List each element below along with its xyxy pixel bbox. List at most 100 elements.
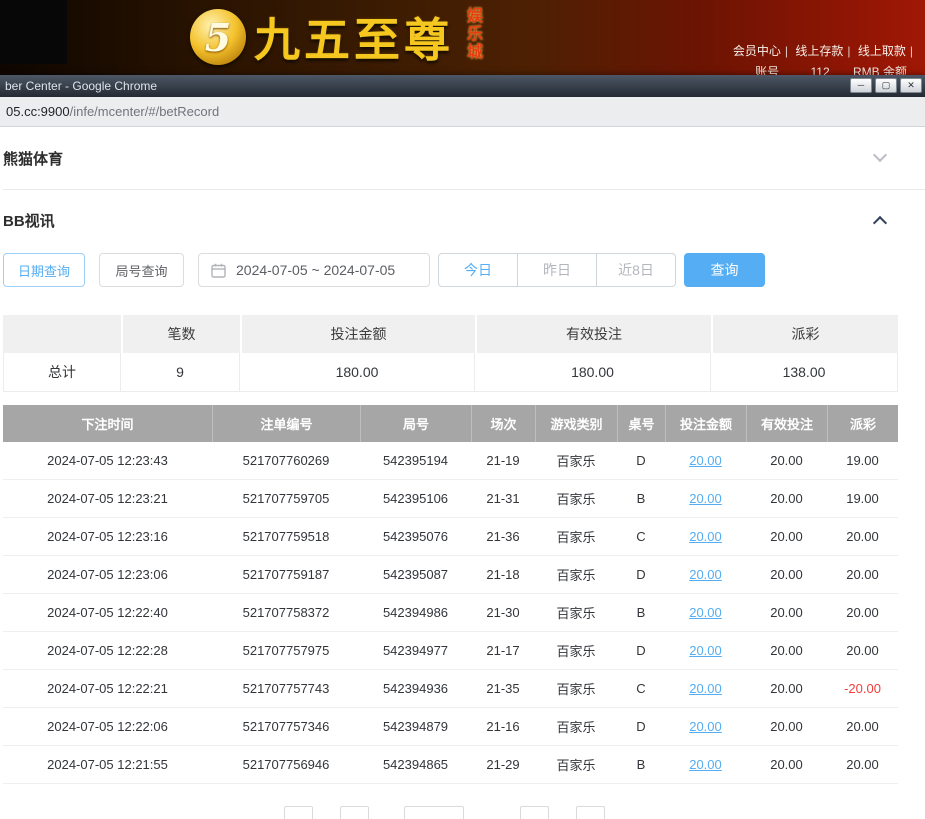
chevron-up-icon[interactable]: [873, 216, 887, 230]
quick-date-group: 今日 昨日 近8日: [438, 253, 676, 287]
section-title: 熊猫体育: [3, 148, 63, 169]
summary-header-payout: 派彩: [711, 315, 898, 353]
url-path: /infe/mcenter/#/betRecord: [70, 104, 220, 119]
bet-amount-link[interactable]: 20.00: [665, 708, 746, 745]
table-cell: 542394977: [360, 632, 471, 669]
table-cell: 521707756946: [212, 746, 360, 783]
section-panda-sports[interactable]: 熊猫体育: [3, 127, 925, 190]
table-cell: 21-29: [471, 746, 535, 783]
browser-titlebar[interactable]: ber Center - Google Chrome ─ ▢ ✕: [0, 75, 925, 97]
table-cell: 19.00: [827, 442, 898, 479]
table-cell: 2024-07-05 12:23:06: [3, 556, 212, 593]
page-content: 熊猫体育 BB视讯 日期查询 局号查询 2024-07-05 ~ 2024-07…: [0, 127, 925, 819]
date-range-value: 2024-07-05 ~ 2024-07-05: [236, 262, 395, 278]
table-cell: 521707759187: [212, 556, 360, 593]
last8days-button[interactable]: 近8日: [597, 253, 676, 287]
table-cell: 521707758372: [212, 594, 360, 631]
nav-online-withdraw[interactable]: 线上取款: [858, 44, 906, 58]
table-cell: 20.00: [827, 518, 898, 555]
table-row: 2024-07-05 12:22:40521707758372542394986…: [3, 594, 898, 632]
bet-amount-link[interactable]: 20.00: [665, 480, 746, 517]
table-row: 2024-07-05 12:22:21521707757743542394936…: [3, 670, 898, 708]
table-row: 2024-07-05 12:22:06521707757346542394879…: [3, 708, 898, 746]
table-cell: 百家乐: [535, 556, 617, 593]
table-cell: 21-31: [471, 480, 535, 517]
table-cell: 百家乐: [535, 442, 617, 479]
table-cell: C: [617, 670, 665, 707]
table-cell: 百家乐: [535, 594, 617, 631]
table-cell: B: [617, 594, 665, 631]
maximize-button[interactable]: ▢: [875, 78, 897, 93]
nav-separator: |: [910, 44, 913, 58]
table-cell: 21-30: [471, 594, 535, 631]
table-cell: C: [617, 518, 665, 555]
nav-member-center[interactable]: 会员中心: [733, 44, 781, 58]
section-title: BB视讯: [3, 210, 55, 231]
bet-table-body: 2024-07-05 12:23:43521707760269542395194…: [3, 442, 898, 784]
table-cell: B: [617, 480, 665, 517]
site-logo: 5 九五至尊 娱乐城: [190, 4, 484, 70]
summary-total-row: 总计 9 180.00 180.00 138.00: [3, 353, 898, 392]
round-query-button[interactable]: 局号查询: [99, 253, 184, 287]
column-header: 投注金额: [665, 405, 746, 442]
url-host: 05.cc:9900: [6, 104, 70, 119]
pagination-item[interactable]: [340, 806, 369, 819]
summary-total-count: 9: [121, 353, 240, 392]
date-query-button[interactable]: 日期查询: [3, 253, 85, 287]
table-cell: 20.00: [827, 632, 898, 669]
table-cell: 2024-07-05 12:23:43: [3, 442, 212, 479]
today-button[interactable]: 今日: [438, 253, 518, 287]
table-row: 2024-07-05 12:23:16521707759518542395076…: [3, 518, 898, 556]
pagination-page-size[interactable]: [404, 806, 464, 819]
table-cell: 20.00: [746, 594, 827, 631]
table-cell: 521707757743: [212, 670, 360, 707]
bet-amount-link[interactable]: 20.00: [665, 670, 746, 707]
pagination-item[interactable]: [284, 806, 313, 819]
search-button[interactable]: 查询: [684, 253, 765, 287]
minimize-button[interactable]: ─: [850, 78, 872, 93]
table-cell: B: [617, 746, 665, 783]
bet-amount-link[interactable]: 20.00: [665, 518, 746, 555]
bet-amount-link[interactable]: 20.00: [665, 746, 746, 783]
table-cell: 百家乐: [535, 518, 617, 555]
table-cell: 21-16: [471, 708, 535, 745]
table-cell: 542394936: [360, 670, 471, 707]
browser-window: ber Center - Google Chrome ─ ▢ ✕ 05.cc:9…: [0, 75, 925, 819]
table-cell: 21-36: [471, 518, 535, 555]
pagination-item[interactable]: [520, 806, 549, 819]
pagination-item[interactable]: [576, 806, 605, 819]
table-cell: 521707759518: [212, 518, 360, 555]
summary-header-count: 笔数: [121, 315, 240, 353]
bet-amount-link[interactable]: 20.00: [665, 594, 746, 631]
bet-amount-link[interactable]: 20.00: [665, 442, 746, 479]
table-cell: 542395076: [360, 518, 471, 555]
table-row: 2024-07-05 12:21:55521707756946542394865…: [3, 746, 898, 784]
table-cell: 20.00: [827, 594, 898, 631]
table-cell: 20.00: [746, 708, 827, 745]
logo-number: 5: [205, 15, 231, 60]
section-bb-video[interactable]: BB视讯: [3, 190, 925, 250]
chevron-down-icon[interactable]: [873, 148, 887, 162]
table-cell: 百家乐: [535, 480, 617, 517]
logo-coin-icon: 5: [190, 9, 246, 65]
table-cell: 20.00: [827, 556, 898, 593]
date-range-picker[interactable]: 2024-07-05 ~ 2024-07-05: [198, 253, 430, 287]
table-row: 2024-07-05 12:23:21521707759705542395106…: [3, 480, 898, 518]
table-cell: 2024-07-05 12:22:40: [3, 594, 212, 631]
column-header: 注单编号: [212, 405, 360, 442]
table-row: 2024-07-05 12:22:28521707757975542394977…: [3, 632, 898, 670]
bet-record-table: 下注时间注单编号局号场次游戏类别桌号投注金额有效投注派彩 2024-07-05 …: [3, 405, 898, 784]
column-header: 派彩: [827, 405, 898, 442]
yesterday-button[interactable]: 昨日: [518, 253, 597, 287]
close-button[interactable]: ✕: [900, 78, 922, 93]
table-cell: 百家乐: [535, 708, 617, 745]
bet-amount-link[interactable]: 20.00: [665, 632, 746, 669]
bet-amount-link[interactable]: 20.00: [665, 556, 746, 593]
browser-urlbar[interactable]: 05.cc:9900/infe/mcenter/#/betRecord: [0, 97, 925, 127]
column-header: 局号: [360, 405, 471, 442]
table-cell: 百家乐: [535, 632, 617, 669]
table-cell: 2024-07-05 12:23:16: [3, 518, 212, 555]
filter-toolbar: 日期查询 局号查询 2024-07-05 ~ 2024-07-05 今日 昨日 …: [3, 253, 925, 287]
nav-online-deposit[interactable]: 线上存款: [795, 44, 843, 58]
table-cell: D: [617, 442, 665, 479]
